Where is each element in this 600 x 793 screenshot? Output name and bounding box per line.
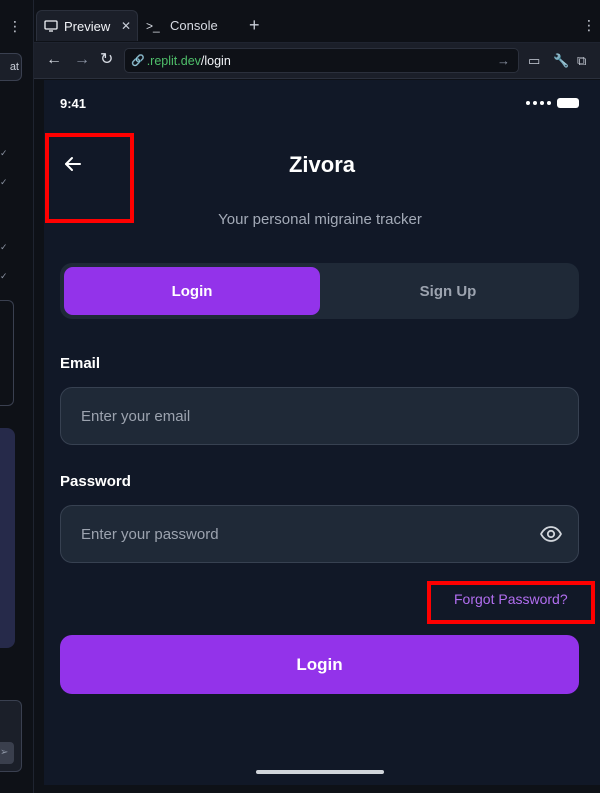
app-subtitle: Your personal migraine tracker <box>218 211 422 228</box>
wrench-icon[interactable]: 🔧 <box>553 53 569 69</box>
signal-icon <box>533 101 537 105</box>
reload-icon[interactable]: ↻ <box>100 52 113 68</box>
login-button[interactable]: Login <box>60 635 579 694</box>
chat-panel <box>0 428 15 648</box>
password-field[interactable] <box>60 505 579 563</box>
password-label: Password <box>60 473 131 490</box>
check-icon: ✓ <box>0 271 8 281</box>
tab-login[interactable]: Login <box>64 267 320 315</box>
back-nav-icon[interactable]: ← <box>46 52 62 68</box>
url-path: /login <box>200 53 231 68</box>
side-panel <box>0 300 14 406</box>
highlight-box <box>45 133 134 223</box>
terminal-icon: >_ <box>146 18 160 33</box>
external-link-icon[interactable]: ⧉ <box>577 53 586 69</box>
app-preview: 9:41 Zivora Your personal migraine track… <box>44 80 600 785</box>
go-icon[interactable]: → <box>497 53 510 68</box>
signal-icon <box>540 101 544 105</box>
send-icon[interactable]: ➢ <box>0 742 14 764</box>
tab-signup[interactable]: Sign Up <box>320 267 576 315</box>
left-sidebar: ⋮ at ✓ ✓ ✓ ✓ ➢ <box>0 0 34 793</box>
close-icon[interactable]: ✕ <box>121 19 131 33</box>
show-password-icon[interactable] <box>539 522 563 546</box>
auth-mode-toggle: Login Sign Up <box>60 263 579 319</box>
signal-icon <box>526 101 530 105</box>
tab-label: Console <box>170 18 218 33</box>
battery-icon <box>557 98 579 108</box>
check-icon: ✓ <box>0 242 8 252</box>
more-options-icon[interactable]: ⋮ <box>582 10 596 41</box>
email-field[interactable] <box>60 387 579 445</box>
url-field[interactable]: 🔗 .replit.dev /login → <box>124 48 519 73</box>
status-time: 9:41 <box>60 96 87 111</box>
chat-button[interactable]: at <box>0 53 22 81</box>
home-indicator <box>256 770 384 774</box>
app-title: Zivora <box>288 152 356 177</box>
devices-icon[interactable]: ▭ <box>528 53 540 69</box>
link-icon: 🔗 <box>131 55 145 67</box>
status-indicators <box>526 98 579 108</box>
add-tab-button[interactable]: + <box>249 10 260 41</box>
address-bar: ← → ↻ 🔗 .replit.dev /login → ▭ 🔧 ⧉ <box>34 43 600 79</box>
url-host: .replit.dev <box>146 53 201 68</box>
check-icon: ✓ <box>0 148 8 158</box>
more-options-icon[interactable]: ⋮ <box>8 18 22 35</box>
tab-console[interactable]: >_ Console <box>140 10 240 41</box>
signal-icon <box>547 101 551 105</box>
check-icon: ✓ <box>0 177 8 187</box>
tab-bar: Preview ✕ >_ Console + ⋮ <box>34 0 600 43</box>
bottom-bar <box>34 785 600 793</box>
forgot-password-link[interactable]: Forgot Password? <box>454 591 568 607</box>
monitor-icon <box>44 20 58 32</box>
forward-nav-icon[interactable]: → <box>74 52 90 68</box>
email-label: Email <box>60 355 101 372</box>
tab-preview[interactable]: Preview ✕ <box>36 10 138 41</box>
tab-label: Preview <box>64 18 111 34</box>
